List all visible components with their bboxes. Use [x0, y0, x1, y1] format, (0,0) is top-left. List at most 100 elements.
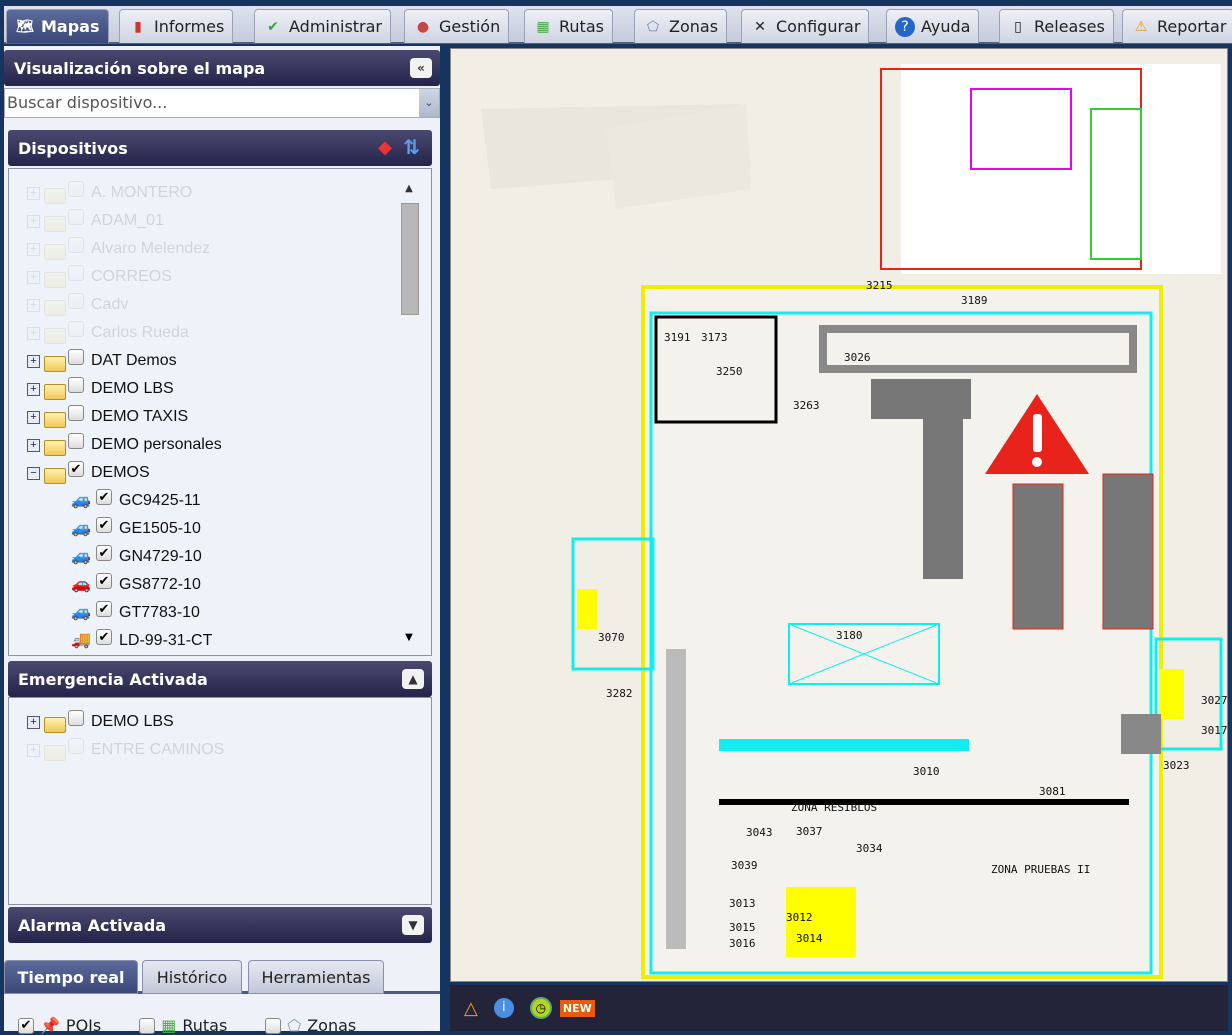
clock-refresh-icon[interactable]: ◷ — [529, 997, 552, 1019]
tree-vehicle[interactable]: 🚙 ✔ GT7783-10 — [67, 599, 200, 627]
tab-configurar[interactable]: ✕ Configurar — [741, 9, 870, 43]
tab-rutas[interactable]: ▦ Rutas — [524, 9, 613, 43]
tree-vehicle[interactable]: 🚚 ✔ LD-99-31-CT — [67, 627, 212, 655]
tab-releases[interactable]: ▯ Releases — [999, 9, 1114, 43]
tab-gestion[interactable]: ● Gestión — [404, 9, 510, 43]
tree-scrollbar[interactable]: ▲ ▼ — [399, 183, 419, 643]
tree-vehicle[interactable]: 🚙 ✔ GC9425-11 — [67, 487, 201, 515]
expand-icon[interactable]: + — [27, 326, 40, 340]
devices-tree: ▲ ▼ + A. MONTERO + ADAM_01 + Alvaro Melendez +… — [8, 168, 432, 656]
tree-group[interactable]: + DEMO LBS — [27, 708, 174, 736]
tree-group[interactable]: + CORREOS — [27, 263, 172, 291]
checkbox[interactable] — [265, 1017, 282, 1034]
tab-zonas[interactable]: ⬠ Zonas — [634, 9, 728, 43]
tree-group[interactable]: + ENTRE CAMINOS — [27, 736, 224, 764]
tree-group[interactable]: + ADAM_01 — [27, 207, 164, 235]
tree-vehicle[interactable]: 🚗 ✔ GS8772-10 — [67, 571, 201, 599]
checkbox[interactable] — [68, 349, 84, 365]
collapse-icon[interactable]: − — [27, 466, 40, 480]
wall — [719, 739, 969, 751]
layer-zonas[interactable]: ⬠ Zonas — [265, 1016, 356, 1035]
tree-group[interactable]: + DAT Demos — [27, 347, 177, 375]
checkbox[interactable] — [68, 710, 84, 726]
layer-rutas[interactable]: ▦ Rutas — [139, 1016, 227, 1035]
expand-icon[interactable]: + — [27, 214, 40, 228]
checkbox[interactable] — [68, 433, 84, 449]
new-badge-icon[interactable]: NEW — [559, 999, 595, 1017]
double-chevron-left-icon[interactable]: « — [410, 58, 432, 78]
map-canvas[interactable]: 3191 3173 3250 3026 3263 3180 3027 3017 … — [450, 48, 1228, 982]
checkbox[interactable] — [68, 405, 84, 421]
checkbox[interactable] — [68, 377, 84, 393]
warning-outline-icon[interactable]: △ — [464, 998, 478, 1019]
expand-icon[interactable]: + — [27, 242, 40, 256]
devices-header: Dispositivos ◆ ⇅ — [8, 130, 432, 166]
expand-icon[interactable]: + — [27, 382, 40, 396]
checkbox[interactable] — [68, 237, 84, 253]
checkbox[interactable] — [68, 293, 84, 309]
checkbox[interactable] — [68, 265, 84, 281]
checkbox[interactable]: ✔ — [96, 545, 112, 561]
checkbox[interactable] — [68, 321, 84, 337]
checkbox[interactable] — [68, 181, 84, 197]
tree-label: DEMO personales — [91, 436, 222, 453]
tree-group[interactable]: + Carlos Rueda — [27, 319, 189, 347]
tree-group[interactable]: + DEMO TAXIS — [27, 403, 188, 431]
tree-group[interactable]: − ✔ DEMOS — [27, 459, 150, 487]
jeep-icon: 🚙 — [71, 492, 91, 509]
tab-mapas[interactable]: 🗺 Mapas — [6, 9, 109, 43]
checkbox[interactable]: ✔ — [96, 489, 112, 505]
tab-informes[interactable]: ▮ Informes — [119, 9, 234, 43]
room-label: 3039 — [731, 859, 758, 872]
eraser-icon[interactable]: ◆ — [378, 137, 392, 158]
tree-group[interactable]: + Cadv — [27, 291, 128, 319]
tab-reportar[interactable]: ⚠ Reportar — [1122, 9, 1232, 43]
checkbox[interactable]: ✔ — [68, 461, 84, 477]
checkbox[interactable]: ✔ — [18, 1017, 34, 1034]
checkbox[interactable] — [68, 738, 84, 754]
chevron-down-icon[interactable]: ⌄ — [419, 89, 439, 117]
checkbox[interactable]: ✔ — [96, 573, 112, 589]
room-label: ZONA RESIBLOS — [791, 801, 877, 814]
tab-ayuda[interactable]: ? Ayuda — [886, 9, 980, 43]
expand-icon[interactable]: + — [27, 298, 40, 312]
tab-herramientas[interactable]: Herramientas — [248, 960, 384, 994]
checkbox[interactable] — [139, 1017, 156, 1034]
scroll-up-icon[interactable]: ▲ — [399, 183, 419, 194]
checkbox[interactable]: ✔ — [96, 629, 112, 645]
tree-vehicle[interactable]: 🚙 ✔ GE1505-10 — [67, 515, 201, 543]
layer-pois[interactable]: ✔ 📌 POIs — [18, 1016, 101, 1035]
room-label: 3012 — [786, 911, 813, 924]
map-toolbar: △ i ◷ NEW — [450, 985, 1228, 1031]
tab-label: Ayuda — [921, 17, 971, 36]
expand-icon[interactable]: + — [27, 270, 40, 284]
tree-group[interactable]: + Alvaro Melendez — [27, 235, 210, 263]
checkbox[interactable] — [68, 209, 84, 225]
tab-label: Administrar — [289, 17, 383, 36]
tree-group[interactable]: + DEMO LBS — [27, 375, 174, 403]
jeep-offline-icon: 🚙 — [71, 604, 91, 621]
tab-tiempo-real[interactable]: Tiempo real — [4, 960, 138, 994]
info-icon[interactable]: i — [493, 998, 514, 1018]
tab-administrar[interactable]: ✔ Administrar — [254, 9, 392, 43]
tree-group[interactable]: + DEMO personales — [27, 431, 222, 459]
scroll-thumb[interactable] — [401, 203, 419, 315]
expand-icon[interactable]: + — [27, 715, 40, 729]
folder-icon — [44, 272, 66, 288]
expand-down-icon[interactable]: ▼ — [402, 915, 424, 935]
device-search-combobox[interactable]: Buscar dispositivo... ⌄ — [4, 88, 440, 118]
tab-historico[interactable]: Histórico — [142, 960, 242, 994]
expand-icon[interactable]: + — [27, 354, 40, 368]
tree-vehicle[interactable]: 🚙 ✔ GN4729-10 — [67, 543, 202, 571]
expand-icon[interactable]: + — [27, 186, 40, 200]
expand-icon[interactable]: + — [27, 410, 40, 424]
tree-group[interactable]: + A. MONTERO — [27, 179, 192, 207]
checkbox[interactable]: ✔ — [96, 601, 112, 617]
expand-icon[interactable]: + — [27, 743, 40, 757]
scroll-down-icon[interactable]: ▼ — [399, 632, 419, 643]
room-label: 3070 — [598, 631, 625, 644]
collapse-up-icon[interactable]: ▲ — [402, 669, 424, 689]
checkbox[interactable]: ✔ — [96, 517, 112, 533]
expand-icon[interactable]: + — [27, 438, 40, 452]
refresh-icon[interactable]: ⇅ — [403, 135, 420, 159]
